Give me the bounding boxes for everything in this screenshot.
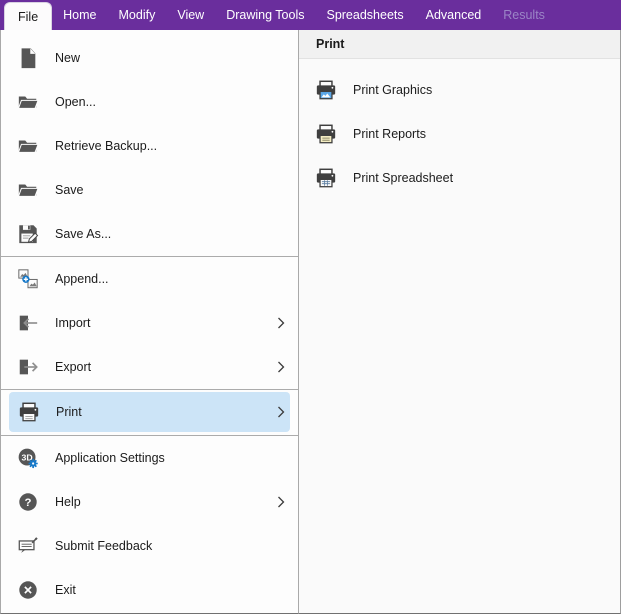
exit-icon — [17, 579, 39, 601]
menu-item-label: Retrieve Backup... — [55, 139, 285, 153]
save-as-floppy-icon — [17, 223, 39, 245]
file-menu-panel: New Open... Retrieve Backup... Save — [0, 30, 299, 614]
menu-item-label: Submit Feedback — [55, 539, 285, 553]
menu-item-label: Append... — [55, 272, 285, 286]
print-graphics-icon — [315, 79, 337, 101]
tab-results: Results — [492, 0, 556, 30]
feedback-icon — [17, 535, 39, 557]
menu-item-print-graphics[interactable]: Print Graphics — [299, 68, 620, 112]
print-spreadsheet-icon — [315, 167, 337, 189]
menu-item-print-reports[interactable]: Print Reports — [299, 112, 620, 156]
menu-item-export[interactable]: Export — [1, 345, 298, 389]
print-submenu-title: Print — [299, 30, 620, 59]
chevron-right-icon — [277, 317, 285, 329]
menu-item-print-spreadsheet[interactable]: Print Spreadsheet — [299, 156, 620, 200]
tab-spreadsheets[interactable]: Spreadsheets — [315, 0, 414, 30]
menu-item-label: Application Settings — [55, 451, 285, 465]
open-folder-icon — [17, 91, 39, 113]
menu-item-label: New — [55, 51, 285, 65]
export-icon — [17, 356, 39, 378]
menu-item-open[interactable]: Open... — [1, 80, 298, 124]
menu-item-label: Save — [55, 183, 285, 197]
menu-item-save[interactable]: Save — [1, 168, 298, 212]
chevron-right-icon — [277, 361, 285, 373]
printer-icon — [18, 401, 40, 423]
svg-text:?: ? — [25, 497, 32, 509]
menu-item-new[interactable]: New — [1, 36, 298, 80]
menu-item-label: Export — [55, 360, 277, 374]
menu-item-label: Print — [56, 405, 277, 419]
print-reports-icon — [315, 123, 337, 145]
menu-item-label: Print Reports — [353, 127, 607, 141]
menu-item-label: Print Spreadsheet — [353, 171, 607, 185]
new-document-icon — [17, 47, 39, 69]
tab-drawing-tools[interactable]: Drawing Tools — [215, 0, 315, 30]
menu-item-print[interactable]: Print — [9, 392, 290, 432]
chevron-right-icon — [277, 496, 285, 508]
tab-home[interactable]: Home — [52, 0, 107, 30]
append-icon — [17, 268, 39, 290]
open-folder-icon — [17, 179, 39, 201]
menu-item-label: Print Graphics — [353, 83, 607, 97]
menu-item-label: Save As... — [55, 227, 285, 241]
tab-modify[interactable]: Modify — [108, 0, 167, 30]
chevron-right-icon — [277, 406, 285, 418]
menu-item-exit[interactable]: Exit — [1, 568, 298, 612]
menu-item-submit-feedback[interactable]: Submit Feedback — [1, 524, 298, 568]
menu-item-append[interactable]: Append... — [1, 257, 298, 301]
tab-advanced[interactable]: Advanced — [415, 0, 493, 30]
menu-item-label: Open... — [55, 95, 285, 109]
help-icon: ? — [17, 491, 39, 513]
tab-file[interactable]: File — [4, 2, 52, 30]
menu-item-help[interactable]: ? Help — [1, 480, 298, 524]
menu-item-application-settings[interactable]: 3D Application Settings — [1, 436, 298, 480]
menu-item-label: Import — [55, 316, 277, 330]
ribbon-tab-bar: File Home Modify View Drawing Tools Spre… — [0, 0, 621, 30]
import-icon — [17, 312, 39, 334]
tab-view[interactable]: View — [166, 0, 215, 30]
app-settings-3d-gear-icon: 3D — [17, 447, 39, 469]
menu-item-retrieve-backup[interactable]: Retrieve Backup... — [1, 124, 298, 168]
menu-item-label: Help — [55, 495, 277, 509]
menu-separator — [1, 389, 298, 390]
open-folder-icon — [17, 135, 39, 157]
menu-item-save-as[interactable]: Save As... — [1, 212, 298, 256]
print-submenu-panel: Print Print Graphics — [299, 30, 621, 614]
menu-item-label: Exit — [55, 583, 285, 597]
menu-item-import[interactable]: Import — [1, 301, 298, 345]
